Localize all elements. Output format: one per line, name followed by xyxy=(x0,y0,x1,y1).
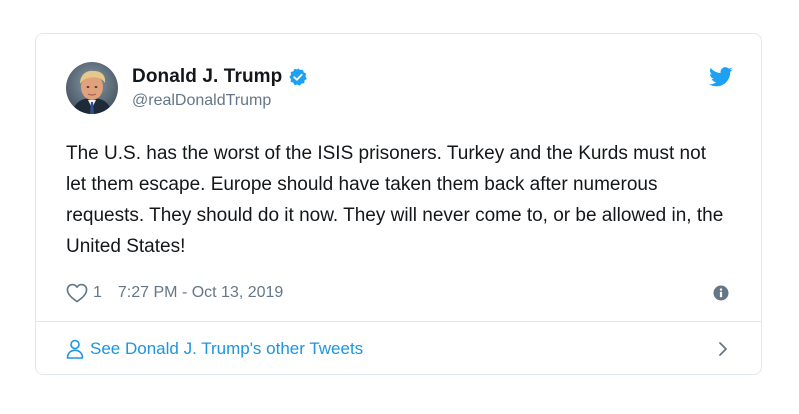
info-icon[interactable] xyxy=(713,285,729,301)
other-tweets-label[interactable]: See Donald J. Trump's other Tweets xyxy=(90,339,363,359)
tweet-meta: 1 7:27 PM - Oct 13, 2019 xyxy=(66,281,729,305)
other-tweets-link[interactable]: See Donald J. Trump's other Tweets xyxy=(66,322,729,375)
twitter-bird-icon[interactable] xyxy=(709,66,733,88)
tweet-timestamp[interactable]: 7:27 PM - Oct 13, 2019 xyxy=(118,284,283,302)
chevron-right-icon[interactable] xyxy=(717,340,729,358)
tweet-header: Donald J. Trump @realDonaldTrump xyxy=(66,62,733,118)
tweet-card[interactable]: Donald J. Trump @realDonaldTrump The U.S… xyxy=(35,33,762,375)
author-display-name[interactable]: Donald J. Trump xyxy=(132,66,282,88)
author-block[interactable]: Donald J. Trump @realDonaldTrump xyxy=(132,65,308,110)
avatar[interactable] xyxy=(66,62,118,114)
verified-badge-icon xyxy=(288,67,308,87)
author-handle[interactable]: @realDonaldTrump xyxy=(132,92,308,110)
tweet-text: The U.S. has the worst of the ISIS priso… xyxy=(66,143,724,257)
like-count[interactable]: 1 xyxy=(93,284,102,302)
person-icon xyxy=(66,339,84,359)
heart-icon[interactable] xyxy=(66,283,88,303)
